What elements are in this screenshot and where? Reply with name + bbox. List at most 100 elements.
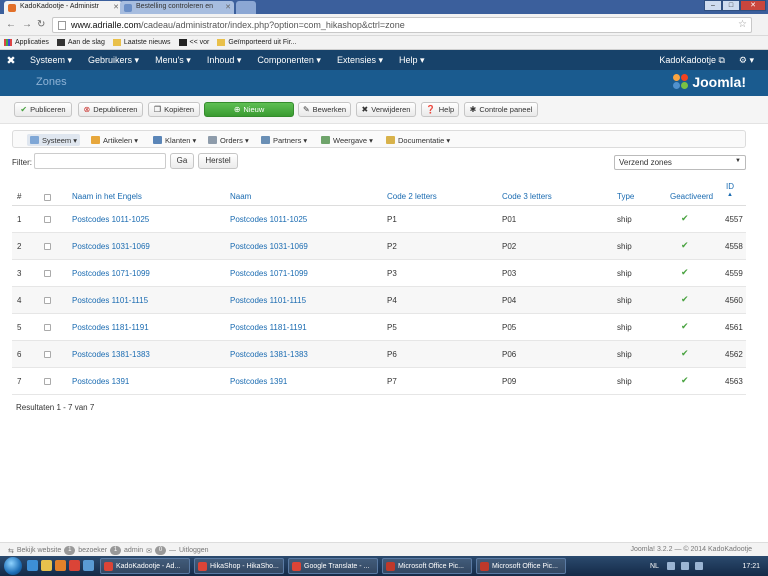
- row-checkbox[interactable]: [44, 351, 51, 358]
- col-code3[interactable]: Code 3 letters: [502, 192, 552, 201]
- submenu-partners[interactable]: Partners ▾: [261, 134, 307, 146]
- nav-users[interactable]: Gebruikers ▾: [80, 55, 147, 66]
- published-check-icon[interactable]: ✔: [681, 267, 689, 278]
- col-type[interactable]: Type: [617, 192, 634, 201]
- bookmark-getting-started[interactable]: Aan de slag: [56, 39, 105, 46]
- help-button[interactable]: ❓ Help: [421, 102, 459, 117]
- close-window-icon[interactable]: ✕: [740, 0, 766, 11]
- col-active[interactable]: Geactiveerd: [670, 192, 713, 201]
- ie-icon[interactable]: [27, 560, 38, 571]
- col-id[interactable]: ID: [726, 182, 734, 191]
- url-input[interactable]: www.adrialle.com/cadeau/administrator/in…: [52, 17, 752, 33]
- select-all-checkbox[interactable]: [44, 194, 51, 201]
- joomla-x-icon[interactable]: ✖: [0, 54, 22, 67]
- nav-extensions[interactable]: Extensies ▾: [329, 55, 391, 66]
- nav-components[interactable]: Componenten ▾: [249, 55, 329, 66]
- volume-icon[interactable]: [694, 562, 703, 570]
- zone-name-en-link[interactable]: Postcodes 1101-1115: [72, 296, 148, 305]
- logout-link[interactable]: Uitloggen: [179, 547, 209, 554]
- taskbar-task-office-2[interactable]: Microsoft Office Pic...: [476, 558, 566, 574]
- zone-name-en-link[interactable]: Postcodes 1031-1069: [72, 242, 150, 251]
- nav-system[interactable]: Systeem ▾: [22, 55, 80, 66]
- star-icon[interactable]: ☆: [738, 19, 747, 30]
- published-check-icon[interactable]: ✔: [681, 348, 689, 359]
- row-checkbox[interactable]: [44, 216, 51, 223]
- zone-name-link[interactable]: Postcodes 1181-1191: [230, 323, 307, 332]
- chrome-icon[interactable]: [69, 560, 80, 571]
- zone-type-select[interactable]: Verzend zones ▼: [614, 155, 746, 170]
- network-icon[interactable]: [680, 562, 689, 570]
- close-tab-icon[interactable]: ✕: [225, 3, 231, 11]
- delete-button[interactable]: ✖ Verwijderen: [356, 102, 416, 117]
- windows-start-icon[interactable]: [4, 557, 22, 575]
- zone-name-en-link[interactable]: Postcodes 1181-1191: [72, 323, 149, 332]
- copy-button[interactable]: ❐ Kopiëren: [148, 102, 200, 117]
- submenu-products[interactable]: Artikelen ▾: [91, 134, 138, 146]
- sort-up-icon[interactable]: ▲: [727, 192, 733, 198]
- filter-input[interactable]: [34, 153, 166, 169]
- edit-button[interactable]: ✎ Bewerken: [298, 102, 351, 117]
- zone-name-link[interactable]: Postcodes 1011-1025: [230, 215, 307, 224]
- zone-name-en-link[interactable]: Postcodes 1071-1099: [72, 269, 150, 278]
- unpublish-button[interactable]: ⊗ Depubliceren: [78, 102, 143, 117]
- published-check-icon[interactable]: ✔: [681, 375, 689, 386]
- col-name-en[interactable]: Naam in het Engels: [72, 192, 142, 201]
- zone-name-en-link[interactable]: Postcodes 1391: [72, 377, 129, 386]
- back-arrow-icon[interactable]: ←: [6, 19, 16, 30]
- new-tab-button[interactable]: [236, 1, 256, 14]
- col-name[interactable]: Naam: [230, 192, 251, 201]
- taskbar-task-hikashop[interactable]: HikaShop - HikaSho...: [194, 558, 284, 574]
- reset-button[interactable]: Herstel: [198, 153, 238, 169]
- published-check-icon[interactable]: ✔: [681, 240, 689, 251]
- media-player-icon[interactable]: [55, 560, 66, 571]
- published-check-icon[interactable]: ✔: [681, 213, 689, 224]
- zone-name-link[interactable]: Postcodes 1101-1115: [230, 296, 306, 305]
- submenu-system[interactable]: Systeem ▾: [27, 134, 81, 146]
- submenu-display[interactable]: Weergave ▾: [321, 134, 373, 146]
- bookmark-apps[interactable]: Applicaties: [4, 39, 49, 46]
- published-check-icon[interactable]: ✔: [681, 321, 689, 332]
- row-checkbox[interactable]: [44, 270, 51, 277]
- zone-name-link[interactable]: Postcodes 1071-1099: [230, 269, 308, 278]
- nav-content[interactable]: Inhoud ▾: [199, 55, 250, 66]
- reload-icon[interactable]: ↻: [37, 19, 45, 30]
- bookmark-latest-news[interactable]: Laatste nieuws: [112, 39, 171, 46]
- nav-help[interactable]: Help ▾: [391, 55, 433, 66]
- published-check-icon[interactable]: ✔: [681, 294, 689, 305]
- forward-arrow-icon[interactable]: →: [22, 19, 32, 30]
- row-checkbox[interactable]: [44, 378, 51, 385]
- taskbar-task-admin[interactable]: KadoKadootje - Ad...: [100, 558, 190, 574]
- bookmark-imported[interactable]: Geïmporteerd uit Fir...: [217, 39, 297, 46]
- app-icon[interactable]: [83, 560, 94, 571]
- zone-name-link[interactable]: Postcodes 1031-1069: [230, 242, 308, 251]
- zone-name-en-link[interactable]: Postcodes 1381-1383: [72, 350, 150, 359]
- new-button[interactable]: ⊕ Nieuw: [204, 102, 294, 117]
- row-checkbox[interactable]: [44, 243, 51, 250]
- browser-tab-order[interactable]: Bestelling controleren en ✕: [120, 1, 234, 14]
- browser-tab-admin[interactable]: KadoKadootje - Administr ✕: [4, 1, 122, 14]
- row-checkbox[interactable]: [44, 297, 51, 304]
- clock[interactable]: 17:21: [742, 563, 768, 570]
- row-checkbox[interactable]: [44, 324, 51, 331]
- explorer-folder-icon[interactable]: [41, 560, 52, 571]
- gear-icon[interactable]: ⚙ ▾: [739, 55, 768, 66]
- site-link[interactable]: KadoKadootje ⧉: [659, 55, 738, 66]
- submenu-orders[interactable]: Orders ▾: [208, 134, 249, 146]
- zone-name-en-link[interactable]: Postcodes 1011-1025: [72, 215, 149, 224]
- submenu-documentation[interactable]: Documentatie ▾: [386, 134, 450, 146]
- nav-menus[interactable]: Menu's ▾: [147, 55, 199, 66]
- tray-arrow-icon[interactable]: [666, 562, 675, 570]
- publish-button[interactable]: ✔ Publiceren: [14, 102, 72, 117]
- language-indicator[interactable]: NL: [650, 563, 659, 570]
- bookmark-vor[interactable]: << vor: [178, 39, 209, 46]
- taskbar-task-translate[interactable]: Google Translate - ...: [288, 558, 378, 574]
- view-site-link[interactable]: Bekijk website: [17, 547, 61, 554]
- zone-name-link[interactable]: Postcodes 1391: [230, 377, 287, 386]
- col-code2[interactable]: Code 2 letters: [387, 192, 437, 201]
- zone-name-link[interactable]: Postcodes 1381-1383: [230, 350, 308, 359]
- close-tab-icon[interactable]: ✕: [113, 3, 119, 11]
- go-button[interactable]: Ga: [170, 153, 194, 169]
- messages-badge[interactable]: 0: [154, 546, 166, 555]
- submenu-customers[interactable]: Klanten ▾: [153, 134, 196, 146]
- minimize-icon[interactable]: –: [704, 0, 722, 11]
